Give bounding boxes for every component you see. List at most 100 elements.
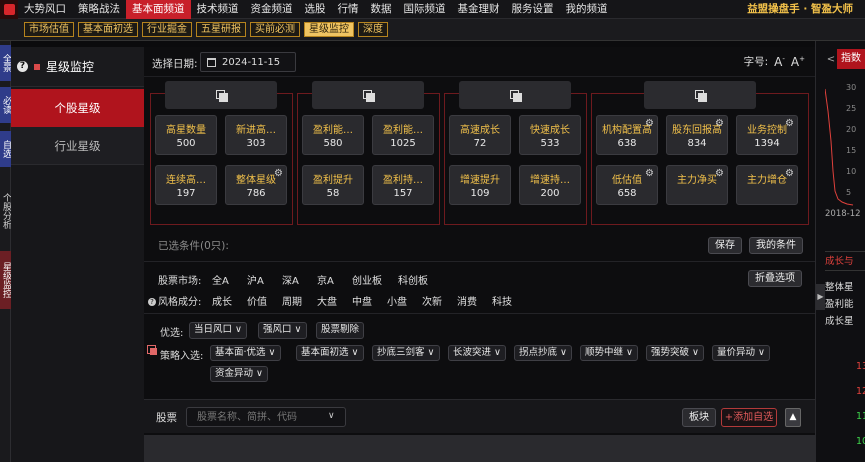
nav-item-10[interactable]: 服务设置 — [506, 0, 560, 19]
vtab-star-monitor[interactable]: 星级监控 — [0, 251, 11, 309]
collapse-panel-handle[interactable]: ▶ — [816, 284, 825, 310]
prefer-dropdown[interactable]: 股票剔除 — [316, 322, 365, 339]
gear-icon[interactable]: ⚙ — [715, 119, 724, 129]
stock-search-input[interactable] — [186, 407, 346, 427]
chevron-down-icon[interactable]: ∨ — [328, 411, 335, 421]
nav-item-6[interactable]: 行情 — [332, 0, 365, 19]
metric-card[interactable]: 新进高… 303 — [225, 115, 287, 155]
strategy-dropdown[interactable]: 资金异动 ∨ — [210, 366, 268, 382]
subtab-0[interactable]: 市场估值 — [24, 22, 74, 37]
metric-card[interactable]: 机构配置高 638 ⚙ — [596, 115, 658, 155]
filter-option[interactable]: 深A — [282, 272, 299, 287]
filter-option[interactable]: 大盘 — [317, 293, 337, 308]
metric-card[interactable]: 盈利提升 58 — [302, 165, 364, 205]
metric-card[interactable]: 盈利能… 1025 — [372, 115, 434, 155]
block-button[interactable]: 板块 — [682, 408, 716, 427]
subtab-4[interactable]: 买前必测 — [250, 22, 300, 37]
metric-card[interactable]: 整体星级 786 ⚙ — [225, 165, 287, 205]
collapse-options-button[interactable]: 折叠选项 — [748, 270, 802, 287]
nav-item-0[interactable]: 大势风口 — [18, 0, 72, 19]
filter-option[interactable]: 周期 — [282, 293, 302, 308]
strategy-dropdown[interactable]: 顺势中继 ∨ — [580, 345, 638, 361]
filter-option[interactable]: 沪A — [247, 272, 264, 287]
gear-icon[interactable]: ⚙ — [645, 169, 654, 179]
filter-option[interactable]: 科创板 — [398, 272, 428, 287]
filter-option[interactable]: 消费 — [457, 293, 477, 308]
gear-icon[interactable]: ⚙ — [785, 169, 794, 179]
filter-option[interactable]: 成长 — [212, 293, 232, 308]
metric-card[interactable]: 高速成长 72 — [449, 115, 511, 155]
metric-card[interactable]: 主力增仓 ⚙ — [736, 165, 798, 205]
metric-card[interactable]: 低估值 658 ⚙ — [596, 165, 658, 205]
group2-copy-button[interactable] — [312, 81, 424, 109]
metric-card[interactable]: 股东回报高 834 ⚙ — [666, 115, 728, 155]
filter-option[interactable]: 中盘 — [352, 293, 372, 308]
filter-option[interactable]: 小盘 — [387, 293, 407, 308]
gear-icon[interactable]: ⚙ — [645, 119, 654, 129]
help-icon[interactable]: ? — [148, 298, 156, 306]
group1-copy-button[interactable] — [165, 81, 277, 109]
subtab-5[interactable]: 星级监控 — [304, 22, 354, 37]
nav-item-5[interactable]: 选股 — [299, 0, 332, 19]
app-logo-icon — [0, 0, 18, 19]
side-item-industry-star[interactable]: 行业星级 — [11, 127, 144, 165]
filter-option[interactable]: 全A — [212, 272, 229, 287]
subtab-6[interactable]: 深度 — [358, 22, 388, 37]
subtab-3[interactable]: 五星研报 — [196, 22, 246, 37]
vtab-overview[interactable]: 全景 — [0, 45, 11, 81]
nav-item-3[interactable]: 技术频道 — [191, 0, 245, 19]
nav-item-4[interactable]: 资金频道 — [245, 0, 299, 19]
metric-card[interactable]: 快速成长 533 — [519, 115, 581, 155]
metric-card[interactable]: 主力净买 ⚙ — [666, 165, 728, 205]
scroll-top-button[interactable]: ▲ — [785, 408, 801, 427]
nav-item-11[interactable]: 我的频道 — [560, 0, 614, 19]
font-increase-button[interactable]: A+ — [791, 55, 805, 69]
add-watchlist-button[interactable]: +添加自选 — [721, 408, 777, 427]
strategy-dropdown[interactable]: 拐点抄底 ∨ — [514, 345, 572, 361]
chevron-left-icon[interactable]: < — [825, 54, 837, 65]
metric-card[interactable]: 盈利持… 157 — [372, 165, 434, 205]
index-tab[interactable]: 指数 — [837, 49, 865, 69]
group4-copy-button[interactable] — [644, 81, 756, 109]
nav-item-1[interactable]: 策略战法 — [72, 0, 126, 19]
filter-option[interactable]: 京A — [317, 272, 334, 287]
metric-card[interactable]: 盈利能… 580 — [302, 115, 364, 155]
vtab-must-read[interactable]: 必读 — [0, 87, 11, 123]
filter-option[interactable]: 次新 — [422, 293, 442, 308]
filter-option[interactable]: 科技 — [492, 293, 512, 308]
filter-option[interactable]: 价值 — [247, 293, 267, 308]
date-picker[interactable]: 2024-11-15 — [200, 52, 296, 72]
prefer-dropdown[interactable]: 当日风口 ∨ — [189, 322, 247, 339]
gear-icon[interactable]: ⚙ — [785, 119, 794, 129]
nav-item-9[interactable]: 基金理财 — [452, 0, 506, 19]
vtab-stock-analysis[interactable]: 个股分析 — [0, 179, 11, 243]
save-button[interactable]: 保存 — [708, 237, 742, 254]
strategy-dropdown[interactable]: 基本面·优选 ∨ — [210, 345, 281, 361]
strategy-dropdown[interactable]: 长波突进 ∨ — [448, 345, 506, 361]
vtab-watchlist[interactable]: 自选 — [0, 131, 11, 167]
nav-item-2[interactable]: 基本面频道 — [126, 0, 191, 19]
my-conditions-button[interactable]: 我的条件 — [749, 237, 803, 254]
filter-option[interactable]: 创业板 — [352, 272, 382, 287]
group3-copy-button[interactable] — [459, 81, 571, 109]
conditions-row: 已选条件(0只): 保存 我的条件 — [144, 235, 815, 257]
nav-item-8[interactable]: 国际频道 — [398, 0, 452, 19]
metric-card[interactable]: 增速持… 200 — [519, 165, 581, 205]
strategy-dropdown[interactable]: 基本面初选 ∨ — [296, 345, 364, 361]
help-icon[interactable]: ? — [17, 61, 28, 72]
nav-item-7[interactable]: 数据 — [365, 0, 398, 19]
gear-icon[interactable]: ⚙ — [715, 169, 724, 179]
strategy-dropdown[interactable]: 抄底三剑客 ∨ — [372, 345, 440, 361]
subtab-1[interactable]: 基本面初选 — [78, 22, 138, 37]
strategy-dropdown[interactable]: 量价异动 ∨ — [712, 345, 770, 361]
metric-card[interactable]: 业务控制 1394 ⚙ — [736, 115, 798, 155]
metric-card[interactable]: 高星数量 500 — [155, 115, 217, 155]
strategy-dropdown[interactable]: 强势突破 ∨ — [646, 345, 704, 361]
prefer-dropdown[interactable]: 强风口 ∨ — [258, 322, 307, 339]
metric-card[interactable]: 增速提升 109 — [449, 165, 511, 205]
side-item-stock-star[interactable]: 个股星级 — [11, 89, 144, 127]
subtab-2[interactable]: 行业掘金 — [142, 22, 192, 37]
metric-card[interactable]: 连续高… 197 — [155, 165, 217, 205]
gear-icon[interactable]: ⚙ — [274, 169, 283, 179]
font-decrease-button[interactable]: A- — [774, 55, 785, 69]
